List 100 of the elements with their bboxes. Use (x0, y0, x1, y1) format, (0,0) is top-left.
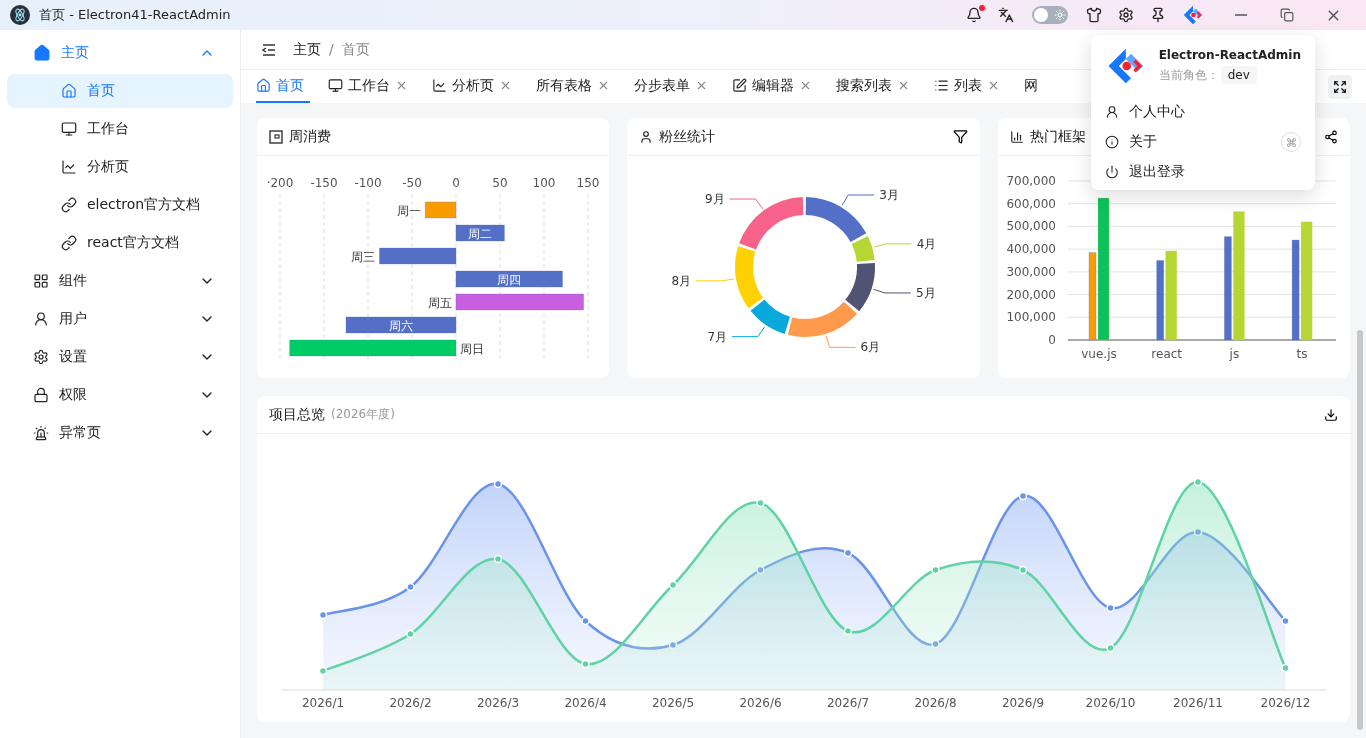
pin-button[interactable] (1150, 7, 1166, 23)
settings-icon (1118, 7, 1134, 23)
bar-chart-icon (1009, 129, 1024, 144)
pin-icon (1150, 7, 1166, 23)
download-button[interactable] (1324, 407, 1338, 422)
card-title: 热门框架 (1029, 127, 1086, 146)
house-icon (256, 78, 271, 93)
sidebar-item[interactable]: electron官方文档 (7, 188, 233, 222)
tab[interactable]: 列表 (934, 70, 1006, 103)
close-icon[interactable] (499, 79, 512, 92)
bar-label: 周四 (497, 273, 522, 287)
card-title: 项目总览 (269, 405, 325, 424)
sidebar-group[interactable]: 用户 (7, 300, 233, 338)
axis-label: 2026/8 (914, 696, 957, 710)
share-icon (1324, 129, 1338, 144)
axis-label: 50 (492, 176, 508, 190)
tab[interactable]: 搜索列表 (836, 70, 916, 103)
close-icon[interactable] (799, 79, 812, 92)
breadcrumb-separator: / (329, 40, 334, 59)
house-icon (33, 44, 51, 62)
fullscreen-icon (1333, 80, 1347, 94)
slice-label: 3月 (879, 188, 900, 202)
close-icon[interactable] (597, 79, 610, 92)
sidebar-group[interactable]: 权限 (7, 376, 233, 414)
sidebar-group[interactable]: 设置 (7, 338, 233, 376)
close-icon[interactable] (695, 79, 708, 92)
settings-button[interactable] (1118, 7, 1134, 23)
grid-icon (33, 273, 49, 289)
sidebar-group[interactable]: 组件 (7, 262, 233, 300)
axis-label: 2026/6 (739, 696, 782, 710)
leader-line (841, 194, 876, 206)
tab[interactable]: 分析页 (432, 70, 518, 103)
tab[interactable]: 工作台 (328, 70, 414, 103)
scrollbar[interactable] (1357, 330, 1363, 730)
minimize-icon (1235, 14, 1247, 16)
app-name: Electron-ReactAdmin (1158, 48, 1301, 62)
sidebar-item[interactable]: 分析页 (7, 150, 233, 184)
restore-icon (1280, 8, 1294, 22)
sidebar-item[interactable]: react官方文档 (7, 226, 233, 260)
line-chart-icon (432, 78, 447, 93)
link-icon (61, 235, 77, 251)
bell-icon (966, 7, 982, 23)
sidebar-item[interactable]: 首页 (7, 74, 233, 108)
settings-icon (33, 349, 49, 365)
avatar-button[interactable] (1182, 4, 1204, 26)
bar-label: 周五 (428, 296, 452, 310)
slice-label: 6月 (860, 340, 881, 355)
notification-button[interactable] (966, 7, 982, 23)
app-logo-icon (1182, 4, 1204, 26)
sidebar-item[interactable]: 工作台 (7, 112, 233, 146)
bar-label: 周一 (397, 204, 422, 218)
panel-icon (269, 129, 283, 144)
user-icon (33, 311, 49, 327)
sun-icon (1054, 9, 1066, 21)
axis-label: 0 (1048, 333, 1056, 347)
filter-button[interactable] (952, 129, 968, 144)
close-icon[interactable] (395, 79, 408, 92)
theme-toggle[interactable] (1032, 6, 1068, 24)
slice-label: 9月 (705, 192, 725, 207)
share-button[interactable] (1324, 129, 1338, 144)
language-button[interactable] (998, 7, 1014, 23)
tab[interactable]: 网 (1024, 70, 1044, 103)
close-icon[interactable] (987, 79, 1000, 92)
menu-item[interactable]: 退出登录 (1091, 157, 1315, 187)
breadcrumb-item[interactable]: 主页 (293, 40, 321, 59)
axis-label: -50 (402, 176, 422, 190)
card-title: 粉丝统计 (659, 127, 716, 146)
menu-item[interactable]: 关于 (1091, 127, 1315, 157)
menu-collapse-icon[interactable] (261, 41, 277, 58)
sidebar-group[interactable]: 主页 (7, 34, 233, 72)
close-icon[interactable] (897, 79, 910, 92)
sidebar-group[interactable]: 异常页 (7, 414, 233, 452)
shirt-icon (1086, 7, 1102, 23)
axis-label: 2026/11 (1173, 696, 1223, 710)
tab[interactable]: 所有表格 (536, 70, 616, 103)
slice-label: 7月 (707, 329, 728, 344)
power-icon (1105, 165, 1119, 179)
menu-item[interactable]: 个人中心 (1091, 97, 1315, 127)
axis-label: 100,000 (1006, 310, 1056, 325)
tab[interactable]: 分步表单 (634, 70, 714, 103)
slice-label: 4月 (917, 236, 937, 251)
leader-line (825, 335, 857, 348)
role-label: 当前角色： (1158, 66, 1219, 84)
axis-label: 700,000 (1006, 174, 1056, 188)
info-icon (1105, 135, 1119, 149)
axis-label: -100 (354, 176, 382, 190)
fullscreen-button[interactable] (1328, 75, 1352, 99)
leader-line (729, 198, 764, 210)
tab[interactable]: 编辑器 (732, 70, 818, 103)
axis-label: 2026/5 (651, 696, 695, 710)
bar-label: 周六 (389, 319, 413, 333)
tab[interactable]: 首页 (256, 70, 310, 103)
theme-button[interactable] (1086, 7, 1102, 23)
breadcrumb-item[interactable]: 首页 (341, 40, 370, 59)
monitor-icon (61, 121, 77, 137)
filter-icon (952, 129, 968, 144)
axis-label: 600,000 (1006, 196, 1056, 211)
leader-line (874, 243, 913, 248)
axis-label: 2026/4 (564, 696, 607, 710)
axis-label: 0 (452, 176, 460, 190)
